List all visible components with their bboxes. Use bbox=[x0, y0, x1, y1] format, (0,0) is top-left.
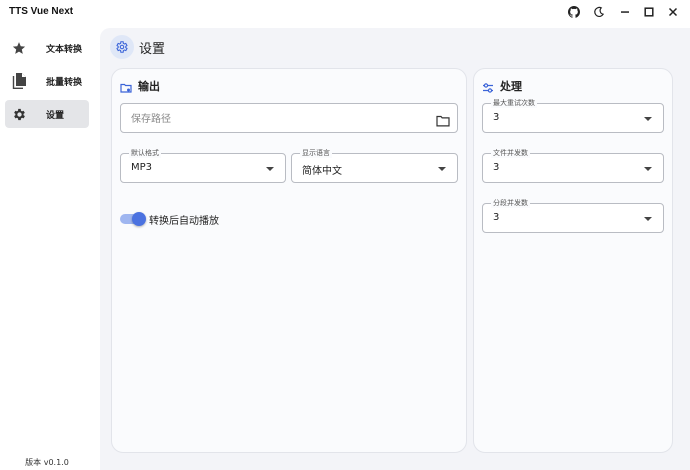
close-icon[interactable] bbox=[662, 3, 684, 21]
segment-concurrency-select[interactable]: 分段并发数 3 bbox=[482, 198, 664, 233]
max-retries-select[interactable]: 最大重试次数 3 bbox=[482, 98, 664, 133]
card-title: 输出 bbox=[138, 80, 160, 93]
folder-settings-icon bbox=[120, 79, 132, 93]
github-icon[interactable] bbox=[563, 3, 585, 21]
chevron-down-icon bbox=[266, 167, 274, 171]
chevron-down-icon bbox=[644, 217, 652, 221]
page-title: 设置 bbox=[139, 41, 166, 57]
file-concurrency-select[interactable]: 文件并发数 3 bbox=[482, 148, 664, 183]
output-card: 输出 默认格式 MP3 显示语言 简体中文 bbox=[111, 68, 467, 453]
minimize-icon[interactable] bbox=[614, 3, 636, 21]
field-label: 默认格式 bbox=[129, 148, 161, 158]
auto-play-toggle[interactable] bbox=[120, 212, 146, 226]
sliders-icon bbox=[482, 79, 494, 93]
sidebar-item-label: 文本转换 bbox=[46, 44, 83, 55]
chevron-down-icon bbox=[644, 167, 652, 171]
sidebar-item-label: 设置 bbox=[46, 110, 65, 121]
page-header: 设置 bbox=[110, 34, 165, 60]
chevron-down-icon bbox=[438, 167, 446, 171]
card-title: 处理 bbox=[500, 80, 522, 93]
field-label: 分段并发数 bbox=[491, 198, 530, 208]
file-icon bbox=[11, 73, 27, 89]
sidebar-item-settings[interactable]: 设置 bbox=[5, 100, 89, 128]
save-path-input[interactable] bbox=[131, 111, 411, 127]
field-label: 显示语言 bbox=[300, 148, 332, 158]
version-label: 版本 v0.1.0 bbox=[25, 458, 69, 467]
field-value: 3 bbox=[493, 112, 500, 123]
field-value: 3 bbox=[493, 162, 500, 173]
default-format-select[interactable]: 默认格式 MP3 bbox=[120, 148, 286, 183]
display-language-select[interactable]: 显示语言 简体中文 bbox=[291, 148, 458, 183]
auto-play-label: 转换后自动播放 bbox=[149, 216, 219, 227]
process-card: 处理 最大重试次数 3 文件并发数 3 分段并发数 3 bbox=[473, 68, 673, 453]
moon-icon[interactable] bbox=[588, 3, 610, 21]
gear-icon bbox=[11, 106, 27, 122]
star-icon bbox=[11, 40, 27, 56]
toggle-thumb bbox=[132, 212, 146, 226]
save-path-field[interactable] bbox=[120, 103, 458, 133]
field-label: 最大重试次数 bbox=[491, 98, 537, 108]
app-title: TTS Vue Next bbox=[9, 6, 74, 17]
field-value: 简体中文 bbox=[302, 166, 342, 177]
sidebar-item-label: 批量转换 bbox=[46, 77, 83, 88]
field-label: 文件并发数 bbox=[491, 148, 530, 158]
sidebar: 文本转换 批量转换 设置 版本 v0.1.0 bbox=[0, 24, 94, 470]
title-bar: TTS Vue Next bbox=[0, 0, 690, 24]
chevron-down-icon bbox=[644, 117, 652, 121]
folder-icon[interactable] bbox=[436, 112, 450, 131]
field-value: MP3 bbox=[131, 162, 153, 173]
sidebar-item-batch-convert[interactable]: 批量转换 bbox=[5, 67, 89, 95]
sidebar-item-text-convert[interactable]: 文本转换 bbox=[5, 34, 89, 62]
gear-icon bbox=[110, 35, 134, 59]
field-value: 3 bbox=[493, 212, 500, 223]
maximize-icon[interactable] bbox=[638, 3, 660, 21]
